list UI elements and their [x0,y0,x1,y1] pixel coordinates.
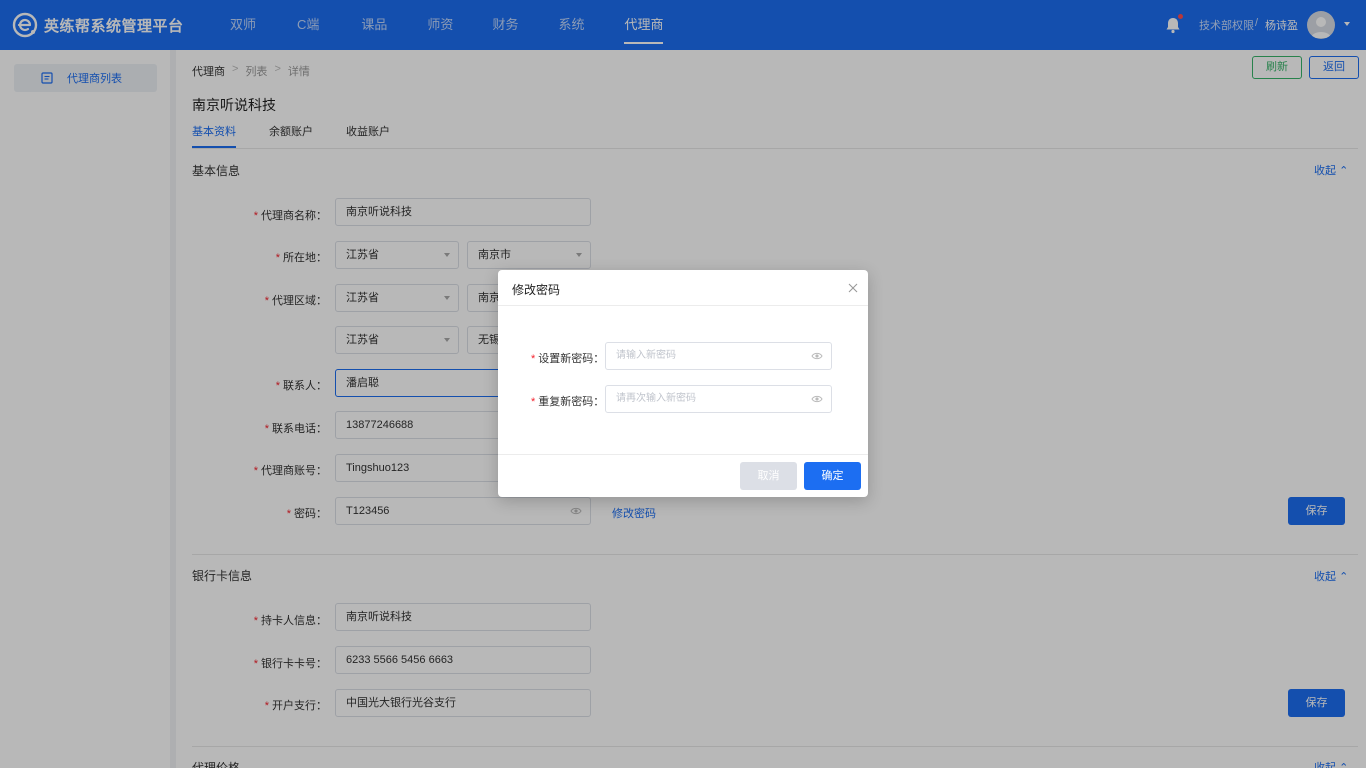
dialog-title: 修改密码 [512,283,561,297]
dialog-header-divider [498,305,868,306]
new-password-label: * 设置新密码： [531,353,605,365]
eye-icon[interactable] [811,351,823,361]
new-password-input[interactable]: 请输入新密码 [605,342,832,370]
repeat-password-label: * 重复新密码： [531,396,605,408]
repeat-password-input[interactable]: 请再次输入新密码 [605,385,832,413]
confirm-button[interactable]: 确定 [804,462,861,490]
dialog-footer-divider [498,454,868,455]
eye-icon[interactable] [811,394,823,404]
cancel-button[interactable]: 取消 [740,462,797,490]
close-icon[interactable] [848,283,858,293]
change-password-dialog: 修改密码 * 设置新密码： 请输入新密码 * 重复新密码： 请再次输入新密码 取消 … [498,270,868,497]
